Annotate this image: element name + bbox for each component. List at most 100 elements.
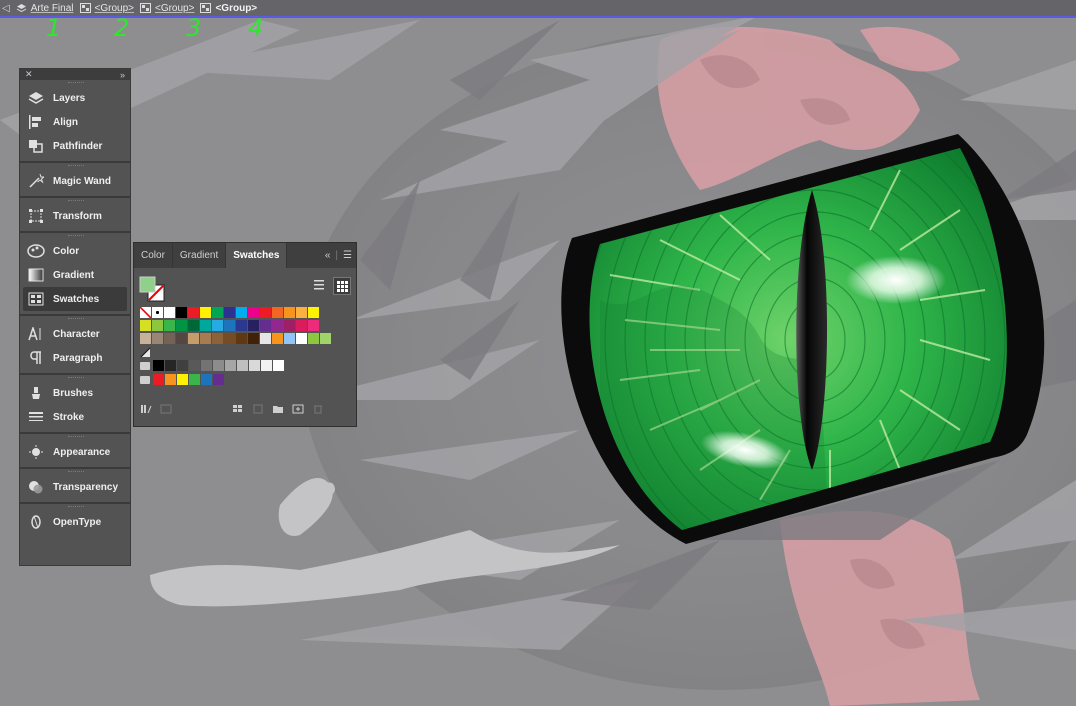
grip-handle[interactable] <box>68 165 84 168</box>
tab-color[interactable]: Color <box>134 243 173 268</box>
swatch-chip[interactable] <box>308 333 319 344</box>
swatch-chip[interactable] <box>296 307 307 318</box>
swatch-chip[interactable] <box>272 333 283 344</box>
swatch-chip[interactable] <box>237 360 248 371</box>
panel-menu-icon[interactable]: ☰ <box>343 250 352 261</box>
swatch-chip[interactable] <box>224 307 235 318</box>
dock-item-align[interactable]: Align <box>23 110 127 134</box>
swatch-chip[interactable] <box>177 374 188 385</box>
swatch-libraries-icon[interactable] <box>140 404 152 414</box>
dock-item-color[interactable]: Color <box>23 239 127 263</box>
breadcrumb-group-3[interactable]: <Group> <box>200 3 257 14</box>
breadcrumb-group-1[interactable]: <Group> <box>79 3 134 14</box>
swatch-chip[interactable] <box>284 320 295 331</box>
swatch-chip[interactable] <box>296 333 307 344</box>
swatch-chip[interactable] <box>177 360 188 371</box>
swatch-chip[interactable] <box>212 333 223 344</box>
breadcrumb-group-2[interactable]: <Group> <box>139 3 194 14</box>
grip-handle[interactable] <box>68 235 84 238</box>
swatch-chip[interactable] <box>140 333 151 344</box>
swatch-chip[interactable] <box>164 320 175 331</box>
swatch-chip[interactable] <box>225 360 236 371</box>
swatch-chip[interactable] <box>236 307 247 318</box>
fill-stroke-indicator[interactable] <box>139 276 165 302</box>
list-view-icon[interactable] <box>311 277 327 293</box>
swatch-chip[interactable] <box>248 307 259 318</box>
swatch-chip[interactable] <box>188 333 199 344</box>
show-kind-menu-icon[interactable] <box>232 404 244 414</box>
expand-panels-icon[interactable]: » <box>120 70 125 80</box>
dock-item-layers[interactable]: Layers <box>23 86 127 110</box>
swatch-chip[interactable] <box>284 333 295 344</box>
swatch-chip[interactable] <box>249 360 260 371</box>
swatch-chip[interactable] <box>153 374 164 385</box>
swatch-chip[interactable] <box>189 374 200 385</box>
none-swatch[interactable] <box>140 307 151 318</box>
grip-handle[interactable] <box>68 82 84 85</box>
grip-handle[interactable] <box>68 471 84 474</box>
dock-item-transform[interactable]: Transform <box>23 204 127 228</box>
swatch-chip[interactable] <box>176 307 187 318</box>
swatch-chip[interactable] <box>224 320 235 331</box>
swatch-chip[interactable] <box>320 333 331 344</box>
grip-handle[interactable] <box>68 506 84 509</box>
dock-item-opentype[interactable]: OpenType <box>23 510 127 534</box>
swatch-chip[interactable] <box>201 374 212 385</box>
swatch-chip[interactable] <box>201 360 212 371</box>
swatch-chip[interactable] <box>164 307 175 318</box>
swatch-chip[interactable] <box>200 333 211 344</box>
swatch-chip[interactable] <box>248 320 259 331</box>
dock-item-paragraph[interactable]: Paragraph <box>23 346 127 370</box>
swatch-chip[interactable] <box>236 320 247 331</box>
swatch-chip[interactable] <box>176 320 187 331</box>
new-swatch-icon[interactable] <box>292 404 304 414</box>
grip-handle[interactable] <box>68 318 84 321</box>
swatch-chip[interactable] <box>213 360 224 371</box>
swatch-chip[interactable] <box>152 320 163 331</box>
swatch-chip[interactable] <box>224 333 235 344</box>
swatch-chip[interactable] <box>236 333 247 344</box>
dock-item-swatches[interactable]: Swatches <box>23 287 127 311</box>
swatch-chip[interactable] <box>165 360 176 371</box>
swatch-chip[interactable] <box>273 360 284 371</box>
swatch-chip[interactable] <box>176 333 187 344</box>
swatch-chip[interactable] <box>188 320 199 331</box>
grip-handle[interactable] <box>68 200 84 203</box>
swatch-options-icon[interactable] <box>252 404 264 414</box>
folder-icon[interactable] <box>140 362 150 370</box>
dock-item-magic-wand[interactable]: Magic Wand <box>23 169 127 193</box>
collapse-panel-icon[interactable]: « <box>325 250 331 261</box>
swatch-chip[interactable] <box>140 320 151 331</box>
new-color-group-icon[interactable] <box>272 404 284 414</box>
grip-handle[interactable] <box>68 436 84 439</box>
dock-item-stroke[interactable]: Stroke <box>23 405 127 429</box>
dock-item-transparency[interactable]: Transparency <box>23 475 127 499</box>
swatch-chip[interactable] <box>260 320 271 331</box>
grip-handle[interactable] <box>68 377 84 380</box>
swatch-chip[interactable] <box>153 360 164 371</box>
swatch-chip[interactable] <box>296 320 307 331</box>
add-to-library-icon[interactable] <box>160 404 172 414</box>
dock-item-character[interactable]: Character <box>23 322 127 346</box>
dock-item-gradient[interactable]: Gradient <box>23 263 127 287</box>
pattern-swatch-icon[interactable] <box>140 347 151 358</box>
close-icon[interactable]: ✕ <box>25 69 33 80</box>
swatch-chip[interactable] <box>308 320 319 331</box>
folder-icon[interactable] <box>140 376 150 384</box>
tab-swatches[interactable]: Swatches <box>226 243 288 268</box>
swatch-chip[interactable] <box>308 307 319 318</box>
back-arrow-icon[interactable]: ◁ <box>2 3 10 14</box>
swatch-chip[interactable] <box>200 320 211 331</box>
swatch-chip[interactable] <box>284 307 295 318</box>
swatch-chip[interactable] <box>260 333 271 344</box>
thumbnail-view-icon[interactable] <box>333 277 351 295</box>
swatch-chip[interactable] <box>272 320 283 331</box>
dock-item-pathfinder[interactable]: Pathfinder <box>23 134 127 158</box>
breadcrumb-layer[interactable]: Arte Final <box>16 3 74 14</box>
trash-icon[interactable] <box>312 404 324 414</box>
swatch-chip[interactable] <box>212 307 223 318</box>
swatch-chip[interactable] <box>164 333 175 344</box>
swatch-chip[interactable] <box>213 374 224 385</box>
swatch-chip[interactable] <box>200 307 211 318</box>
registration-swatch[interactable] <box>152 307 163 318</box>
